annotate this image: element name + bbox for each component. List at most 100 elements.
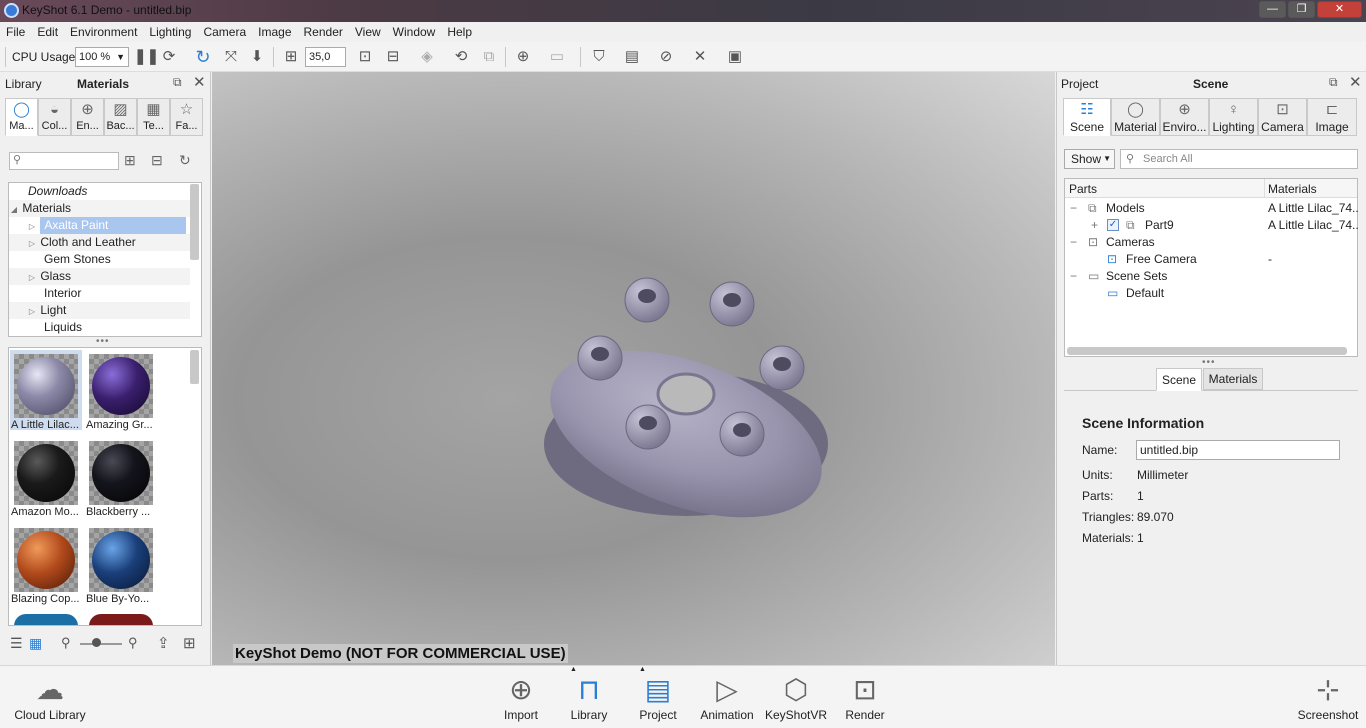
render-viewport[interactable]: KeyShot Demo (NOT FOR COMMERCIAL USE) bbox=[212, 72, 1055, 665]
scene-row-part9[interactable]: + ✓ ⧉ Part9 A Little Lilac_74... bbox=[1065, 217, 1358, 234]
tree-scrollbar[interactable] bbox=[190, 184, 199, 260]
camera-zoom-icon[interactable]: ⊡ bbox=[356, 48, 374, 66]
scene-row-models[interactable]: − ⧉ Models A Little Lilac_74... bbox=[1065, 200, 1358, 217]
studio-icon[interactable]: ▭ bbox=[548, 48, 566, 66]
splitter-handle[interactable]: ••• bbox=[1202, 357, 1216, 368]
show-dropdown[interactable]: Show ▼ bbox=[1064, 149, 1115, 169]
pause-icon[interactable]: ❚❚ bbox=[134, 48, 159, 66]
tree-item-gem-stones[interactable]: Gem Stones bbox=[9, 251, 190, 268]
swatch-a-little-lilac[interactable]: A Little Lilac... bbox=[10, 350, 82, 431]
swatch-amazon-moss[interactable]: Amazon Mo... bbox=[10, 437, 82, 518]
refresh-library-icon[interactable]: ↻ bbox=[179, 152, 191, 169]
swatch-scrollbar[interactable] bbox=[190, 350, 199, 384]
add-folder-icon[interactable]: ⊞ bbox=[124, 152, 136, 169]
shield-icon[interactable]: ⛉ bbox=[590, 48, 608, 66]
tree-item-cloth-and-leather[interactable]: ▷ Cloth and Leather bbox=[9, 234, 190, 251]
swatch-blazing-copper[interactable]: Blazing Cop... bbox=[10, 524, 82, 605]
swatch-blue-by-you[interactable]: Blue By-Yo... bbox=[85, 524, 157, 605]
performance-mode-icon[interactable]: ⟳ bbox=[160, 48, 178, 66]
column-parts[interactable]: Parts bbox=[1069, 182, 1097, 196]
tree-item-liquids[interactable]: Liquids bbox=[9, 319, 190, 336]
swatch-amazing-grape[interactable]: Amazing Gr... bbox=[85, 350, 157, 431]
tab-backplates[interactable]: ▨ Bac... bbox=[104, 98, 137, 136]
cloud-library-button[interactable]: ☁ Cloud Library bbox=[14, 672, 86, 722]
menu-file[interactable]: File bbox=[0, 22, 31, 42]
splitter-handle[interactable]: ••• bbox=[96, 336, 110, 347]
maximize-button[interactable]: ❐ bbox=[1288, 1, 1315, 18]
tree-item-interior[interactable]: Interior bbox=[9, 285, 190, 302]
scene-row-default[interactable]: ▭ Default bbox=[1065, 285, 1357, 302]
tree-item-light[interactable]: ▷ Light bbox=[9, 302, 190, 319]
camera-orbit-icon[interactable]: ◈ bbox=[418, 48, 436, 66]
fit-view-icon[interactable]: ⤧ bbox=[222, 48, 240, 66]
geometry-view-icon[interactable]: ⊘ bbox=[657, 48, 675, 66]
tab-camera[interactable]: ⊡ Camera bbox=[1258, 98, 1307, 136]
close-panel-icon[interactable]: ✕ bbox=[193, 73, 206, 91]
menu-image[interactable]: Image bbox=[252, 22, 297, 42]
tab-scene[interactable]: ☷ Scene bbox=[1063, 98, 1111, 136]
grid-view-icon[interactable]: ▦ bbox=[29, 635, 42, 652]
scene-name-input[interactable]: untitled.bip bbox=[1136, 440, 1340, 460]
menu-view[interactable]: View bbox=[349, 22, 387, 42]
undock-icon[interactable]: ⧉ bbox=[173, 75, 182, 90]
close-button[interactable]: ✕ bbox=[1317, 1, 1362, 18]
reset-camera-icon[interactable]: ⟲ bbox=[452, 48, 470, 66]
visibility-checkbox[interactable]: ✓ bbox=[1107, 219, 1119, 231]
zoom-out-icon[interactable]: ⚲ bbox=[61, 635, 71, 651]
swatch-blackberry[interactable]: Blackberry ... bbox=[85, 437, 157, 518]
scene-search-input[interactable]: ⚲ Search All bbox=[1120, 149, 1358, 169]
tab-favorites[interactable]: ☆ Fa... bbox=[170, 98, 203, 136]
refresh-icon[interactable]: ↻ bbox=[194, 48, 212, 66]
scene-tree-scrollbar[interactable] bbox=[1067, 347, 1347, 355]
tree-item-materials[interactable]: ◢ Materials bbox=[9, 200, 190, 217]
subtab-materials[interactable]: Materials bbox=[1203, 368, 1263, 390]
animation-button[interactable]: ▷ Animation bbox=[692, 672, 762, 722]
slider-handle[interactable] bbox=[92, 638, 101, 647]
tab-colors[interactable]: ◒ Col... bbox=[38, 98, 71, 136]
upload-icon[interactable]: ⇪ bbox=[157, 634, 170, 652]
menu-edit[interactable]: Edit bbox=[31, 22, 64, 42]
drop-to-ground-icon[interactable]: ⬇ bbox=[248, 48, 266, 66]
minimize-button[interactable]: — bbox=[1259, 1, 1286, 18]
zoom-in-icon[interactable]: ⚲ bbox=[128, 635, 138, 651]
screenshot-button[interactable]: ⊹ Screenshot bbox=[1293, 672, 1363, 722]
tree-item-axalta-paint[interactable]: ▷ Axalta Paint bbox=[9, 217, 190, 234]
tab-image[interactable]: ⊏ Image bbox=[1307, 98, 1357, 136]
menu-environment[interactable]: Environment bbox=[64, 22, 143, 42]
tab-lighting[interactable]: ♀ Lighting bbox=[1209, 98, 1258, 136]
menu-render[interactable]: Render bbox=[298, 22, 349, 42]
scene-row-free-camera[interactable]: ⊡ Free Camera - bbox=[1065, 251, 1357, 268]
keyshotvr-button[interactable]: ⬡ KeyShotVR bbox=[761, 672, 831, 722]
cpu-usage-select[interactable]: 100 % ▼ bbox=[75, 47, 129, 67]
scene-row-cameras[interactable]: − ⊡ Cameras bbox=[1065, 234, 1357, 251]
menu-window[interactable]: Window bbox=[387, 22, 442, 42]
thumbnail-size-slider[interactable] bbox=[80, 643, 122, 645]
tab-environment[interactable]: ⊕ Enviro... bbox=[1160, 98, 1209, 136]
close-panel-icon[interactable]: ✕ bbox=[1349, 73, 1362, 91]
folder-download-icon[interactable]: ⊞ bbox=[183, 634, 196, 652]
import-button[interactable]: ⊕ Import bbox=[486, 672, 556, 722]
scene-row-scene-sets[interactable]: − ▭ Scene Sets bbox=[1065, 268, 1357, 285]
menu-help[interactable]: Help bbox=[441, 22, 478, 42]
menu-camera[interactable]: Camera bbox=[197, 22, 252, 42]
tab-environments[interactable]: ⊕ En... bbox=[71, 98, 104, 136]
column-materials[interactable]: Materials bbox=[1268, 182, 1317, 196]
tab-textures[interactable]: ▦ Te... bbox=[137, 98, 170, 136]
undock-icon[interactable]: ⧉ bbox=[1329, 75, 1338, 90]
perspective-icon[interactable]: ⊞ bbox=[282, 48, 300, 66]
fov-input[interactable]: 35,0 bbox=[305, 47, 346, 67]
render-button[interactable]: ⊡ Render bbox=[830, 672, 900, 722]
tools-icon[interactable]: ✕ bbox=[691, 48, 709, 66]
tree-item-downloads[interactable]: Downloads bbox=[9, 183, 190, 200]
project-button[interactable]: ▲ ▤ Project bbox=[623, 666, 693, 722]
library-button[interactable]: ▲ ⊓ Library bbox=[554, 666, 624, 722]
library-search-input[interactable]: ⚲ bbox=[9, 152, 119, 170]
camera-pan-icon[interactable]: ⊟ bbox=[384, 48, 402, 66]
menu-lighting[interactable]: Lighting bbox=[143, 22, 197, 42]
tab-material[interactable]: ◯ Material bbox=[1111, 98, 1160, 136]
presentation-icon[interactable]: ▤ bbox=[623, 48, 641, 66]
script-console-icon[interactable]: ▣ bbox=[726, 48, 744, 66]
tab-materials[interactable]: ◯ Ma... bbox=[5, 98, 38, 136]
subtab-scene[interactable]: Scene bbox=[1156, 368, 1202, 391]
lock-camera-icon[interactable]: ⧉ bbox=[480, 48, 498, 66]
